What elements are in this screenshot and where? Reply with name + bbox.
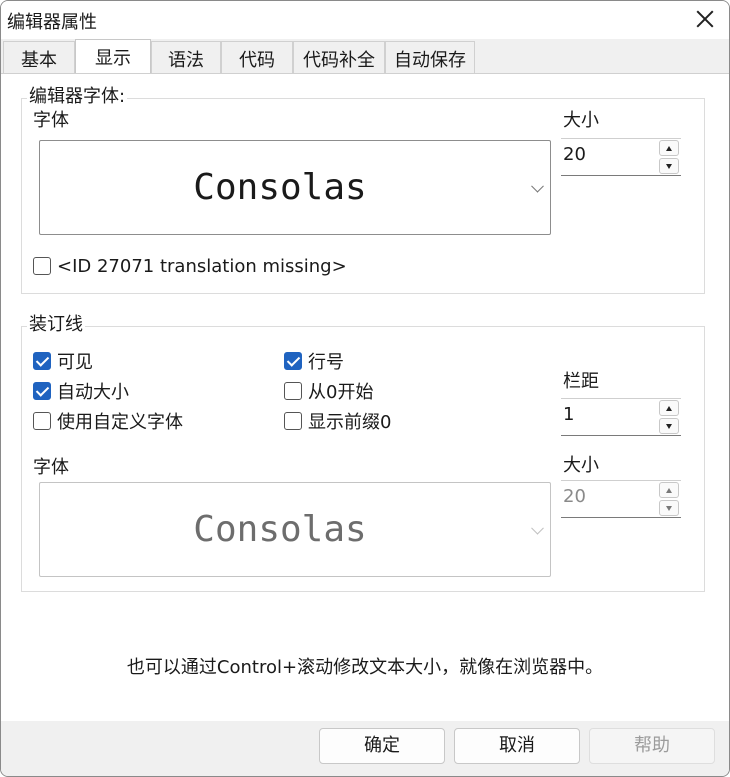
gutter-size-value: 20	[563, 486, 586, 507]
checkbox-checked-icon	[33, 382, 51, 400]
checkbox-icon	[33, 412, 51, 430]
gutter-auto-size-label: 自动大小	[57, 382, 129, 403]
ok-button[interactable]: 确定	[319, 728, 445, 764]
checkbox-checked-icon	[33, 352, 51, 370]
display-panel: 编辑器字体: 字体 Consolas 大小 20 <ID 27071 trans…	[1, 73, 729, 722]
help-button[interactable]: 帮助	[589, 728, 715, 764]
tab-basic[interactable]: 基本	[3, 41, 75, 73]
editor-font-label: 字体	[33, 110, 69, 131]
gutter-visible-label: 可见	[57, 352, 93, 373]
editor-size-spinner[interactable]: 20	[561, 138, 681, 176]
editor-font-select[interactable]: Consolas	[39, 140, 551, 235]
leading-zero-label: 显示前缀0	[308, 412, 392, 433]
editor-font-group-label: 编辑器字体:	[27, 86, 128, 107]
tab-code[interactable]: 代码	[221, 41, 293, 73]
close-icon[interactable]	[693, 7, 717, 31]
translation-missing-checkbox[interactable]: <ID 27071 translation missing>	[33, 255, 347, 277]
title-bar: 编辑器属性	[1, 1, 729, 39]
checkbox-icon	[284, 382, 302, 400]
start-at-zero-label: 从0开始	[308, 382, 374, 403]
gutter-font-label: 字体	[33, 457, 69, 478]
gutter-custom-font-checkbox[interactable]: 使用自定义字体	[33, 410, 183, 433]
arrow-up-icon	[666, 406, 672, 411]
line-numbers-checkbox[interactable]: 行号	[284, 350, 344, 373]
chevron-down-icon	[531, 521, 544, 535]
gutter-font-value: Consolas	[193, 509, 367, 550]
arrow-down-icon	[666, 506, 672, 511]
zoom-hint-text: 也可以通过Control+滚动修改文本大小，就像在浏览器中。	[126, 657, 604, 678]
gutter-spacing-up-button[interactable]	[659, 400, 679, 416]
tab-strip: 基本 显示 语法 代码 代码补全 自动保存	[1, 39, 729, 74]
checkbox-icon	[33, 257, 51, 275]
checkbox-icon	[284, 412, 302, 430]
arrow-up-icon	[666, 146, 672, 151]
gutter-visible-checkbox[interactable]: 可见	[33, 350, 93, 373]
tab-syntax[interactable]: 语法	[151, 41, 221, 73]
translation-missing-label: <ID 27071 translation missing>	[57, 255, 347, 277]
gutter-font-select[interactable]: Consolas	[39, 482, 551, 577]
gutter-size-label: 大小	[563, 455, 599, 476]
editor-size-down-button[interactable]	[659, 158, 679, 174]
gutter-group-label: 装订线	[27, 314, 85, 335]
gutter-spacing-value: 1	[563, 404, 575, 425]
editor-size-up-button[interactable]	[659, 140, 679, 156]
gutter-auto-size-checkbox[interactable]: 自动大小	[33, 380, 129, 403]
editor-size-label: 大小	[563, 110, 599, 131]
gutter-spacing-label: 栏距	[563, 371, 599, 392]
tab-auto-save[interactable]: 自动保存	[385, 41, 475, 73]
arrow-down-icon	[666, 164, 672, 169]
dialog-footer: 确定 取消 帮助	[1, 721, 729, 776]
gutter-custom-font-label: 使用自定义字体	[57, 412, 183, 433]
gutter-size-down-button[interactable]	[659, 500, 679, 516]
editor-properties-dialog: 编辑器属性 基本 显示 语法 代码 代码补全 自动保存 编辑器字体: 字体 Co…	[0, 0, 730, 777]
gutter-size-spinner[interactable]: 20	[561, 480, 681, 518]
arrow-up-icon	[666, 488, 672, 493]
arrow-down-icon	[666, 424, 672, 429]
gutter-spacing-spinner[interactable]: 1	[561, 398, 681, 436]
leading-zero-checkbox[interactable]: 显示前缀0	[284, 410, 392, 433]
start-at-zero-checkbox[interactable]: 从0开始	[284, 380, 374, 403]
tab-display[interactable]: 显示	[75, 39, 151, 74]
gutter-spacing-down-button[interactable]	[659, 418, 679, 434]
editor-size-value: 20	[563, 144, 586, 165]
cancel-button[interactable]: 取消	[454, 728, 580, 764]
checkbox-checked-icon	[284, 352, 302, 370]
tab-code-completion[interactable]: 代码补全	[293, 41, 385, 73]
editor-font-value: Consolas	[193, 167, 367, 208]
chevron-down-icon	[531, 179, 544, 193]
line-numbers-label: 行号	[308, 352, 344, 373]
window-title: 编辑器属性	[7, 12, 97, 33]
gutter-size-up-button[interactable]	[659, 482, 679, 498]
